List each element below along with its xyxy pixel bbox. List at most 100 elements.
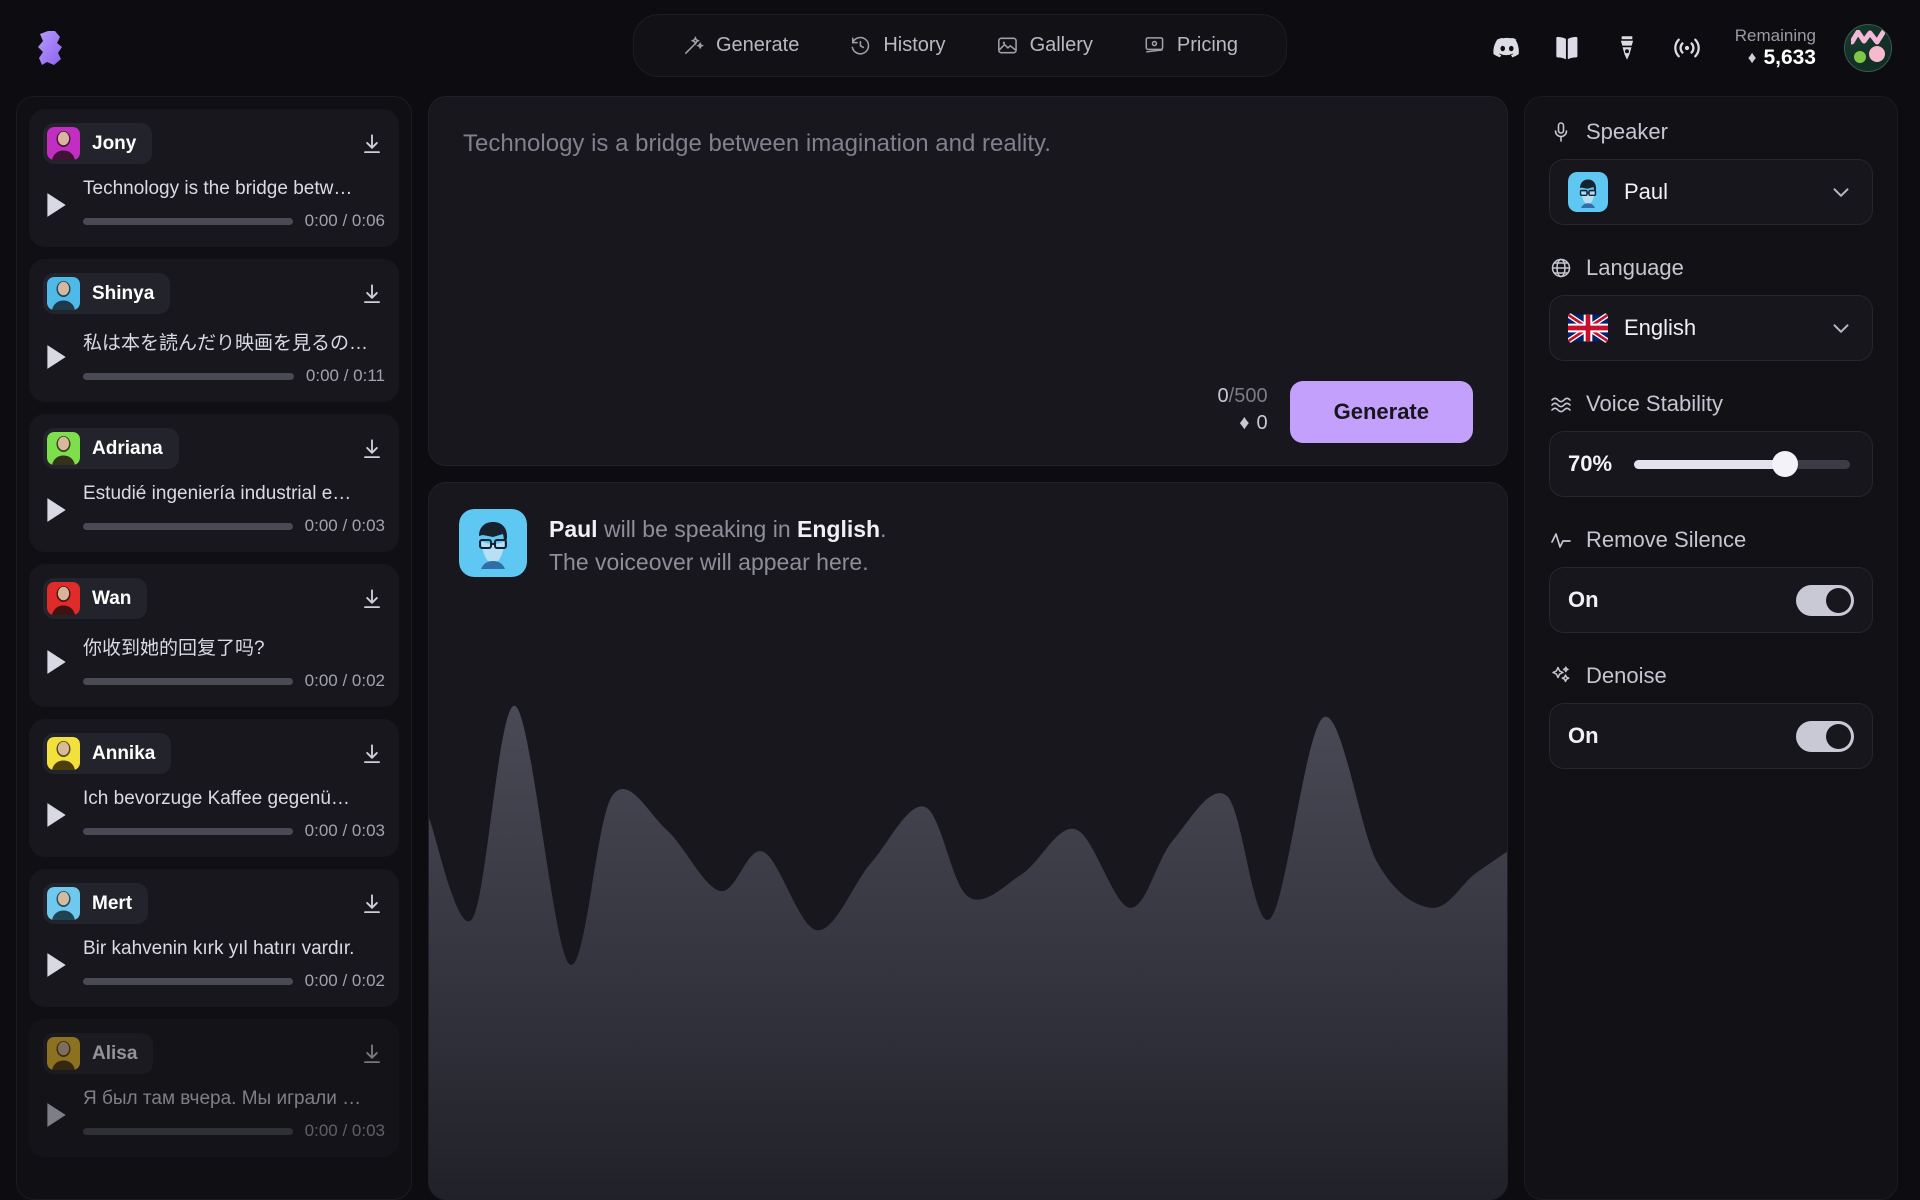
- voice-name: Annika: [92, 742, 156, 764]
- voice-progress-bar[interactable]: [83, 827, 293, 835]
- text-editor-panel: Technology is a bridge between imaginati…: [428, 96, 1508, 466]
- main-content: Technology is a bridge between imaginati…: [428, 96, 1508, 1200]
- microphone-icon: [1549, 120, 1573, 144]
- language-select[interactable]: English: [1549, 295, 1873, 361]
- voice-progress-bar[interactable]: [83, 522, 293, 530]
- app-body: Jony Technology is the bridge betw… 0:00 /…: [0, 96, 1920, 1200]
- tab-history[interactable]: History: [827, 25, 967, 66]
- preview-language-name: English: [797, 516, 881, 542]
- voice-card[interactable]: Annika Ich bevorzuge Kaffee gegenü… 0:00 /…: [29, 719, 399, 857]
- download-icon[interactable]: [359, 741, 385, 767]
- voice-card-header: Alisa: [43, 1033, 385, 1074]
- waveform-chart: [429, 590, 1507, 1199]
- download-icon[interactable]: [359, 586, 385, 612]
- voice-progress-bar[interactable]: [83, 977, 293, 985]
- download-icon[interactable]: [359, 281, 385, 307]
- denoise-toggle[interactable]: [1796, 720, 1854, 752]
- diamond-icon: ♦: [1747, 48, 1757, 67]
- voice-progress-row: 0:00 / 0:02: [83, 971, 385, 991]
- remove-silence-toggle[interactable]: [1796, 584, 1854, 616]
- uk-flag-icon: [1568, 313, 1608, 343]
- play-icon[interactable]: [43, 801, 69, 829]
- preview-text: Paul will be speaking in English. The vo…: [549, 509, 886, 580]
- voice-name-chip[interactable]: Mert: [43, 883, 149, 924]
- avatar[interactable]: [1844, 24, 1892, 72]
- voice-progress-row: 0:00 / 0:06: [83, 211, 385, 231]
- remove-silence-label: Remove Silence: [1586, 527, 1747, 552]
- voice-card-text-col: 私は本を読んだり映画を見るの… 0:00 / 0:11: [83, 328, 385, 386]
- voice-name-chip[interactable]: Jony: [43, 123, 153, 164]
- voice-card[interactable]: Jony Technology is the bridge betw… 0:00 /…: [29, 109, 399, 247]
- voice-progress-bar[interactable]: [83, 677, 293, 685]
- tab-pricing[interactable]: Pricing: [1121, 25, 1260, 66]
- denoise-section-label: Denoise: [1549, 663, 1873, 689]
- chevron-down-icon[interactable]: [1828, 179, 1854, 205]
- preview-header: Paul will be speaking in English. The vo…: [429, 483, 1507, 580]
- credits-amount: ♦ 5,633: [1735, 46, 1816, 70]
- play-icon[interactable]: [43, 496, 69, 524]
- remove-silence-control[interactable]: On: [1549, 567, 1873, 633]
- voice-avatar: [47, 277, 80, 310]
- denoise-value: On: [1568, 723, 1599, 748]
- voice-card[interactable]: Adriana Estudié ingeniería industrial e… 0…: [29, 414, 399, 552]
- voice-progress-bar[interactable]: [83, 372, 294, 380]
- download-icon[interactable]: [359, 131, 385, 157]
- voice-stability-slider[interactable]: [1634, 451, 1850, 477]
- tab-pricing-label: Pricing: [1176, 34, 1239, 56]
- slider-knob[interactable]: [1772, 451, 1799, 477]
- voice-name-chip[interactable]: Alisa: [43, 1033, 154, 1074]
- voice-time: 0:00 / 0:02: [304, 671, 385, 690]
- voice-card-body: Technology is the bridge betw… 0:00 / 0:0…: [43, 178, 385, 231]
- speaker-select[interactable]: Paul: [1549, 159, 1873, 225]
- chevron-down-icon[interactable]: [1828, 315, 1854, 341]
- voice-card[interactable]: Wan 你收到她的回复了吗? 0:00 / 0:02: [29, 564, 399, 707]
- generate-button[interactable]: Generate: [1289, 381, 1473, 443]
- voice-name-chip[interactable]: Annika: [43, 733, 172, 774]
- script-input[interactable]: Technology is a bridge between imaginati…: [463, 127, 1473, 381]
- image-icon: [996, 34, 1019, 57]
- voice-card[interactable]: Alisa Я был там вчера. Мы играли … 0:00 / …: [29, 1019, 399, 1157]
- voice-card[interactable]: Shinya 私は本を読んだり映画を見るの… 0:00 / 0:11: [29, 259, 399, 402]
- magic-wand-icon: [682, 34, 705, 57]
- broadcast-icon[interactable]: [1671, 32, 1703, 64]
- avatar-zigzag: [1851, 30, 1885, 45]
- voice-card-text-col: Estudié ingeniería industrial e… 0:00 / 0…: [83, 483, 385, 536]
- download-icon[interactable]: [359, 436, 385, 462]
- toggle-knob: [1826, 723, 1851, 749]
- tab-gallery[interactable]: Gallery: [974, 25, 1115, 66]
- discord-icon[interactable]: [1491, 32, 1523, 64]
- language-label: Language: [1586, 255, 1684, 280]
- voice-stability-control[interactable]: 70%: [1549, 431, 1873, 497]
- voice-transcript: Ich bevorzuge Kaffee gegenü…: [83, 788, 350, 809]
- play-icon[interactable]: [43, 951, 69, 979]
- voice-card-text-col: Я был там вчера. Мы играли … 0:00 / 0:03: [83, 1088, 385, 1141]
- play-icon[interactable]: [43, 343, 69, 371]
- pen-nib-icon[interactable]: [1611, 32, 1643, 64]
- play-icon[interactable]: [43, 191, 69, 219]
- settings-panel: Speaker Paul Language English Voice Stab…: [1524, 96, 1898, 1200]
- book-icon[interactable]: [1551, 32, 1583, 64]
- tab-generate[interactable]: Generate: [660, 25, 821, 66]
- play-icon[interactable]: [43, 648, 69, 676]
- denoise-control[interactable]: On: [1549, 703, 1873, 769]
- remove-silence-section-label: Remove Silence: [1549, 527, 1873, 553]
- voice-card-header: Annika: [43, 733, 385, 774]
- speaker-label: Speaker: [1586, 119, 1668, 144]
- language-value: English: [1624, 315, 1697, 340]
- app-logo[interactable]: [28, 25, 74, 71]
- avatar-dot-green: [1854, 51, 1866, 63]
- voice-name-chip[interactable]: Shinya: [43, 273, 171, 314]
- play-icon[interactable]: [43, 1101, 69, 1129]
- voice-name-chip[interactable]: Wan: [43, 578, 148, 619]
- voice-name-chip[interactable]: Adriana: [43, 428, 179, 469]
- voice-progress-bar[interactable]: [83, 1127, 293, 1135]
- voice-history-sidebar[interactable]: Jony Technology is the bridge betw… 0:00 /…: [16, 96, 412, 1200]
- voice-progress-bar[interactable]: [83, 217, 293, 225]
- voice-card[interactable]: Mert Bir kahvenin kırk yıl hatırı vardır.…: [29, 869, 399, 1007]
- waveform-area-svg: [429, 705, 1507, 1199]
- download-icon[interactable]: [359, 891, 385, 917]
- download-icon[interactable]: [359, 1041, 385, 1067]
- preview-announcement: Paul will be speaking in English.: [549, 513, 886, 546]
- voice-card-body: Я был там вчера. Мы играли … 0:00 / 0:03: [43, 1088, 385, 1141]
- preview-speaker-name: Paul: [549, 516, 598, 542]
